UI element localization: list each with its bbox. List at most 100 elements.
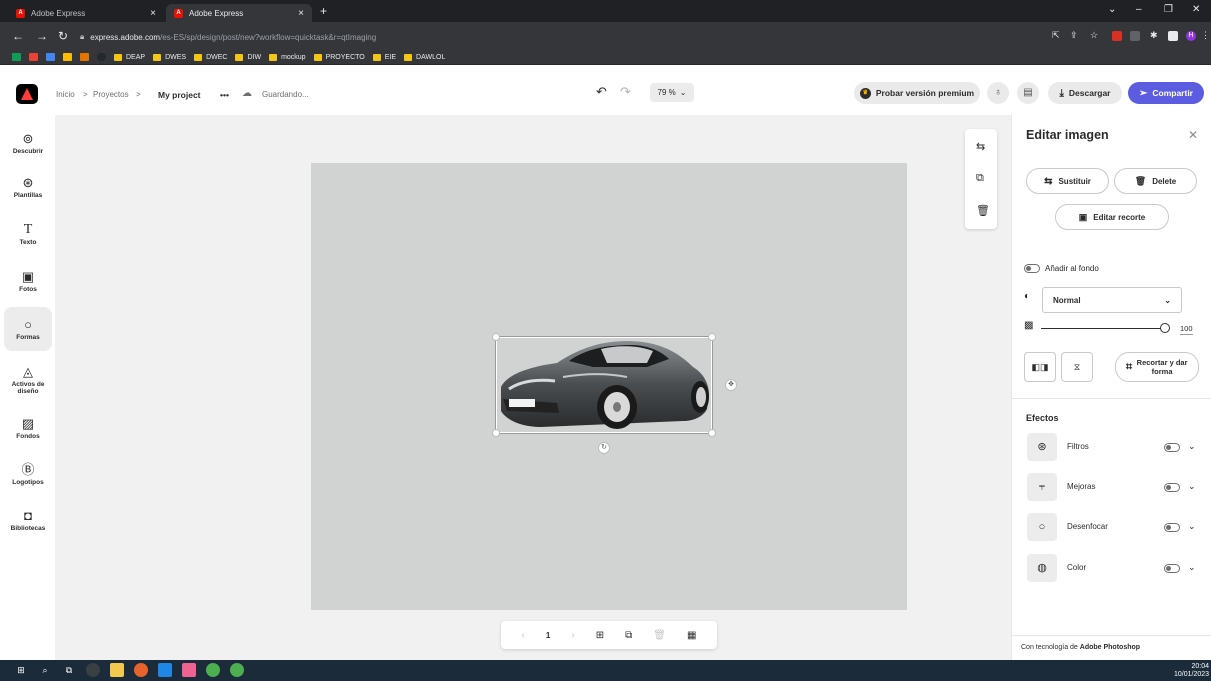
color-toggle[interactable]: [1164, 564, 1180, 573]
resize-handle-top-left[interactable]: [492, 333, 500, 341]
try-premium-button[interactable]: ♛ Probar versión premium: [854, 82, 980, 104]
chrome-profile-icon[interactable]: [230, 663, 244, 677]
filters-icon[interactable]: ⊛: [1027, 433, 1057, 461]
close-icon[interactable]: ✕: [1188, 128, 1198, 142]
prev-page-icon[interactable]: ‹: [522, 630, 525, 641]
replace-icon[interactable]: ⇆: [976, 140, 985, 153]
more-options-button[interactable]: •••: [220, 90, 229, 100]
rail-item-fondos[interactable]: ▨ Fondos: [4, 406, 52, 450]
add-to-background-toggle[interactable]: [1024, 264, 1040, 273]
tab-search-icon[interactable]: ⌄: [1108, 4, 1116, 15]
add-page-icon[interactable]: ⊞: [596, 630, 604, 641]
crop-and-shape-button[interactable]: ⌗ Recortar y dar forma: [1115, 352, 1199, 382]
blend-mode-select[interactable]: Normal ⌄: [1042, 287, 1182, 313]
resize-handle-top-right[interactable]: [708, 333, 716, 341]
reload-icon[interactable]: ↻: [58, 30, 68, 42]
outlook-bookmark-icon[interactable]: [46, 53, 55, 61]
rail-item-texto[interactable]: T Texto: [4, 212, 52, 256]
bookmark-star-icon[interactable]: ☆: [1090, 30, 1098, 41]
extensions-puzzle-icon[interactable]: ✱: [1150, 30, 1158, 41]
rail-item-fotos[interactable]: ▣ Fotos: [4, 259, 52, 303]
rail-item-formas[interactable]: ○ Formas: [4, 307, 52, 351]
rotate-icon[interactable]: ↻: [598, 442, 610, 454]
bookmark-folder-dawlol[interactable]: DAWLOL: [404, 53, 445, 61]
browser-tab-1[interactable]: A Adobe Express ×: [8, 4, 164, 22]
install-app-icon[interactable]: ⇱: [1052, 30, 1060, 41]
taskbar-search-icon[interactable]: ⌕: [38, 663, 52, 677]
back-icon[interactable]: ←: [12, 30, 24, 42]
side-panel-icon[interactable]: [1168, 31, 1178, 41]
chrome-menu-icon[interactable]: ⋮: [1201, 30, 1210, 41]
maximize-icon[interactable]: ❐: [1164, 4, 1173, 15]
breadcrumb-home[interactable]: Inicio: [56, 90, 75, 99]
lightbulb-icon[interactable]: ♁: [987, 82, 1009, 104]
blur-icon[interactable]: ○: [1027, 513, 1057, 541]
bookmark-folder-proyecto[interactable]: PROYECTO: [313, 53, 365, 61]
rail-item-bibliotecas[interactable]: ◘ Bibliotecas: [4, 498, 52, 542]
adjustments-toggle[interactable]: [1164, 483, 1180, 492]
move-icon[interactable]: ✥: [725, 379, 737, 391]
opacity-slider-handle[interactable]: [1160, 323, 1170, 333]
taskbar-app-icon[interactable]: [86, 663, 100, 677]
share-page-icon[interactable]: ⇪: [1070, 30, 1078, 41]
filters-toggle[interactable]: [1164, 443, 1180, 452]
breadcrumb-projects[interactable]: Proyectos: [93, 90, 129, 99]
blur-toggle[interactable]: [1164, 523, 1180, 532]
redo-icon[interactable]: ↷: [620, 84, 631, 100]
github-bookmark-icon[interactable]: [97, 53, 106, 61]
resize-handle-bottom-left[interactable]: [492, 429, 500, 437]
window-close-icon[interactable]: ✕: [1192, 4, 1200, 15]
calendar-icon[interactable]: ▤: [1017, 82, 1039, 104]
rail-item-activos-de-diseno[interactable]: ◬ Activos de diseño: [4, 357, 52, 403]
undo-icon[interactable]: ↶: [596, 84, 607, 100]
next-page-icon[interactable]: ›: [571, 630, 574, 641]
bookmark-folder-mockup[interactable]: mockup: [269, 53, 306, 61]
chevron-down-icon[interactable]: ⌄: [1188, 521, 1196, 532]
trash-icon[interactable]: 🗑︎: [976, 204, 990, 217]
download-button[interactable]: ⤓ Descargar: [1048, 82, 1122, 104]
color-icon[interactable]: ◍: [1027, 554, 1057, 582]
bookmark-folder-eie[interactable]: EIE: [372, 53, 396, 61]
bookmark-orange-icon[interactable]: [80, 53, 89, 61]
edit-crop-button[interactable]: ▣ Editar recorte: [1055, 204, 1169, 230]
bookmark-folder-deap[interactable]: DEAP: [114, 53, 145, 61]
adjustments-icon[interactable]: ⫧: [1027, 473, 1057, 501]
browser-tab-2[interactable]: A Adobe Express ×: [166, 4, 312, 22]
bookmark-folder-diw[interactable]: DIW: [235, 53, 261, 61]
opacity-value-input[interactable]: 100: [1180, 324, 1193, 335]
flip-vertical-button[interactable]: ⧖: [1061, 352, 1093, 382]
extension-red-icon[interactable]: [1112, 31, 1122, 41]
minimize-icon[interactable]: –: [1136, 4, 1142, 15]
opacity-slider[interactable]: [1041, 328, 1165, 329]
replace-button[interactable]: ⇆ Sustituir: [1026, 168, 1109, 194]
duplicate-icon[interactable]: ⧉: [976, 172, 984, 185]
extension-grey-icon[interactable]: [1130, 31, 1140, 41]
chevron-down-icon[interactable]: ⌄: [1188, 562, 1196, 573]
delete-page-icon[interactable]: 🗑︎: [653, 630, 666, 641]
system-clock[interactable]: 20:04 10/01/2023: [1174, 663, 1209, 679]
address-bar[interactable]: 🔒︎ express.adobe.com/es-ES/sp/design/pos…: [78, 28, 1208, 46]
resize-handle-bottom-right[interactable]: [708, 429, 716, 437]
taskbar-app-pink-icon[interactable]: [182, 663, 196, 677]
drive-bookmark-icon[interactable]: [63, 53, 72, 61]
bookmark-folder-dwes[interactable]: DWES: [153, 53, 186, 61]
opera-icon[interactable]: [134, 663, 148, 677]
bookmark-folder-dwec[interactable]: DWEC: [194, 53, 227, 61]
gmail-bookmark-icon[interactable]: [29, 53, 38, 61]
bookmark-app-icon[interactable]: [12, 53, 21, 61]
forward-icon[interactable]: →: [36, 30, 48, 42]
chrome-icon[interactable]: [206, 663, 220, 677]
file-explorer-icon[interactable]: [110, 663, 124, 677]
windows-start-icon[interactable]: ⊞: [14, 663, 28, 677]
adobe-express-logo[interactable]: [16, 84, 38, 104]
delete-button[interactable]: 🗑︎ Delete: [1114, 168, 1197, 194]
zoom-select[interactable]: 79 % ⌄: [650, 83, 694, 102]
grid-view-icon[interactable]: ▦: [687, 630, 696, 641]
tab-close-icon[interactable]: ×: [298, 8, 304, 19]
task-view-icon[interactable]: ⧉: [62, 663, 76, 677]
rail-item-logotipos[interactable]: Ⓑ Logotipos: [4, 452, 52, 496]
chevron-down-icon[interactable]: ⌄: [1188, 441, 1196, 452]
rail-item-descubrir[interactable]: ⊚ Descubrir: [4, 121, 52, 165]
tab-close-icon[interactable]: ×: [150, 8, 156, 19]
new-tab-button[interactable]: +: [320, 4, 327, 18]
